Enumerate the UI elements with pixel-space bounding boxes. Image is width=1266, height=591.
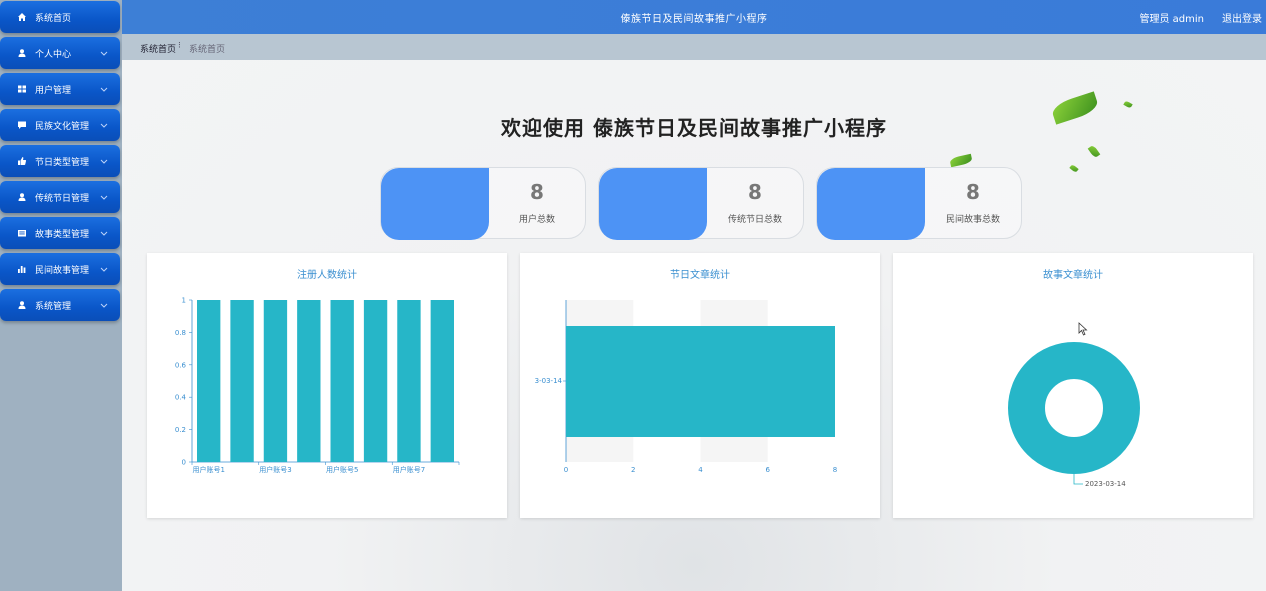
bar[interactable]	[397, 300, 421, 462]
stat-card-stories: 8 民间故事总数	[816, 167, 1022, 240]
main-content: 欢迎使用 傣族节日及民间故事推广小程序 8 用户总数 8 传统节日总数 8 民间…	[122, 60, 1266, 591]
leaf-decoration	[1123, 100, 1133, 109]
stat-card-users: 8 用户总数	[380, 167, 586, 240]
welcome-heading: 欢迎使用 傣族节日及民间故事推广小程序	[501, 116, 887, 140]
x-tick-label: 4	[698, 466, 703, 474]
donut-slice[interactable]	[1008, 342, 1140, 474]
breadcrumb-current: 系统首页	[189, 45, 226, 55]
x-tick-label: 用户账号5	[326, 465, 358, 474]
user-icon	[15, 48, 29, 58]
leaf-decoration	[1069, 164, 1079, 173]
logout-button[interactable]: 退出登录	[1222, 10, 1262, 25]
bar-chart-icon	[15, 264, 29, 274]
y-tick-label: 0	[182, 459, 186, 467]
chevron-down-icon	[100, 193, 110, 202]
chevron-down-icon	[100, 121, 110, 130]
registrations-bar-chart: 0 0.2 0.4 0.6 0.8 1 用户账号1 用户账号3 用户账号5 用户账号7	[175, 297, 460, 474]
sidebar-item-3[interactable]: 用户管理	[0, 73, 120, 105]
bar[interactable]	[230, 300, 254, 462]
slice-label: 2023-03-14	[1085, 480, 1126, 488]
x-tick-label: 2	[631, 466, 635, 474]
sidebar-item-label: 系统管理	[35, 301, 72, 312]
top-header: 傣族节日及民间故事推广小程序 管理员 admin 退出登录	[122, 0, 1266, 34]
stat-card-color-block	[381, 168, 489, 240]
breadcrumb-separator: ⁝	[178, 41, 181, 51]
bar[interactable]	[566, 326, 835, 437]
y-tick-label: 0.4	[175, 394, 187, 402]
grid-icon	[15, 84, 29, 94]
stat-card-color-block	[817, 168, 925, 240]
chevron-down-icon	[100, 49, 110, 58]
bar[interactable]	[263, 300, 288, 462]
bar[interactable]	[430, 300, 454, 462]
sidebar-item-label: 民族文化管理	[35, 121, 90, 132]
stat-value: 8	[748, 180, 762, 204]
chart-panel-stories: 故事文章统计 2023-03-14	[893, 253, 1253, 518]
slice-label-leader	[1073, 474, 1083, 485]
sidebar: 系统首页个人中心用户管理民族文化管理 节日类型管理 传统节日管理 故事类型管理 民间故事…	[0, 0, 122, 591]
sidebar-item-label: 用户管理	[35, 85, 72, 96]
x-tick-label: 0	[564, 466, 568, 474]
stat-label: 用户总数	[518, 215, 555, 225]
current-user-label: 管理员 admin	[1139, 14, 1204, 25]
chevron-down-icon	[100, 157, 110, 166]
chart-panel-festivals: 节日文章统计 0 2 4 6 8 3-03-14	[520, 253, 880, 518]
y-tick-label: 1	[182, 297, 186, 305]
stat-card-color-block	[599, 168, 707, 240]
bar[interactable]	[330, 300, 354, 462]
breadcrumb-home-link[interactable]: 系统首页	[140, 42, 176, 55]
x-tick-label: 用户账号7	[393, 465, 425, 474]
sidebar-item-2[interactable]: 个人中心	[0, 37, 120, 69]
x-tick-label: 8	[833, 466, 837, 474]
sidebar-item-1[interactable]: 系统首页	[0, 1, 120, 33]
card-icon	[15, 228, 29, 238]
bar[interactable]	[297, 300, 321, 462]
sidebar-item-7[interactable]: 故事类型管理	[0, 217, 120, 249]
sidebar-item-label: 系统首页	[35, 13, 72, 24]
sidebar-item-8[interactable]: 民间故事管理	[0, 253, 120, 285]
bar[interactable]	[197, 300, 221, 462]
y-tick-label: 0.2	[175, 426, 186, 434]
home-icon	[15, 12, 29, 22]
user-icon	[15, 192, 29, 202]
stat-label: 民间故事总数	[945, 215, 1000, 225]
sidebar-item-label: 民间故事管理	[35, 265, 90, 276]
stat-value: 8	[966, 180, 980, 204]
app-title: 傣族节日及民间故事推广小程序	[620, 14, 768, 25]
sidebar-item-9[interactable]: 系统管理	[0, 289, 120, 321]
chevron-down-icon	[100, 229, 110, 238]
bar[interactable]	[363, 300, 388, 462]
sidebar-item-label: 节日类型管理	[35, 157, 90, 168]
chevron-down-icon	[100, 265, 110, 274]
sidebar-item-4[interactable]: 民族文化管理	[0, 109, 120, 141]
mouse-cursor-icon	[1078, 322, 1088, 336]
leaf-decoration	[1087, 144, 1101, 159]
x-tick-label: 用户账号3	[259, 465, 291, 474]
sidebar-item-label: 传统节日管理	[35, 193, 90, 204]
y-tick-label: 0.8	[175, 329, 186, 337]
x-tick-label: 6	[766, 466, 771, 474]
y-tick-label: 0.6	[175, 361, 187, 369]
x-tick-label: 用户账号1	[192, 465, 224, 474]
stat-value: 8	[530, 180, 544, 204]
stat-card-festivals: 8 传统节日总数	[598, 167, 804, 240]
chevron-down-icon	[100, 301, 110, 310]
sidebar-item-label: 个人中心	[35, 49, 72, 60]
stories-donut-chart: 2023-03-14	[1008, 342, 1140, 488]
chat-icon	[15, 120, 29, 130]
breadcrumb: 系统首页 ⁝ 系统首页	[122, 34, 1266, 60]
chevron-down-icon	[100, 85, 110, 94]
sidebar-item-6[interactable]: 传统节日管理	[0, 181, 120, 213]
chart-panel-registrations: 注册人数统计 0 0.2 0.4 0.6 0.8 1 用户账号1 用户账号3 用户账号5 用户账号…	[147, 253, 507, 518]
leaf-decoration	[949, 153, 973, 168]
thumb-icon	[15, 156, 29, 166]
y-tick-label: 3-03-14	[535, 377, 563, 385]
sidebar-item-label: 故事类型管理	[35, 229, 90, 240]
sidebar-item-5[interactable]: 节日类型管理	[0, 145, 120, 177]
stat-label: 传统节日总数	[727, 215, 782, 225]
user-icon	[15, 300, 29, 310]
festivals-bar-chart: 0 2 4 6 8 3-03-14	[535, 300, 837, 474]
